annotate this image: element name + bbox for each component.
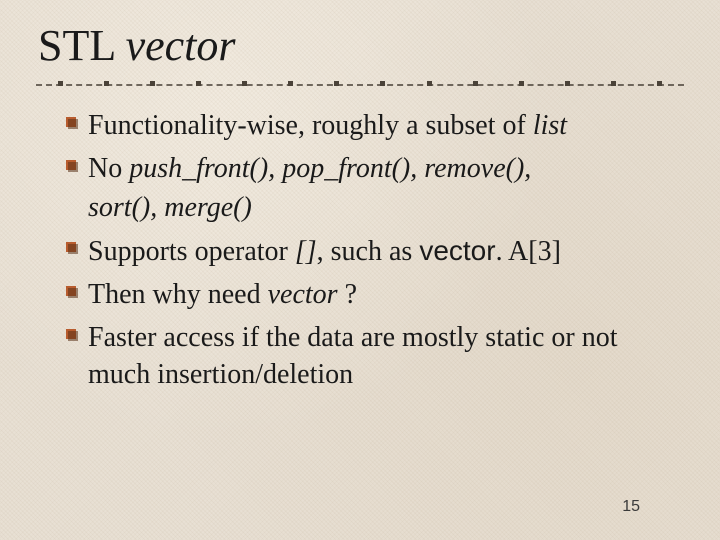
- text-run: Then why need: [88, 279, 268, 310]
- bullet-item: Faster access if the data are mostly sta…: [64, 320, 684, 394]
- bullet-icon: [64, 327, 88, 351]
- text-run: Functionality-wise, roughly a subset of: [88, 110, 533, 141]
- slide-title: STL vector: [38, 22, 684, 70]
- title-italic: vector: [126, 21, 236, 70]
- text-run: . A[3]: [496, 236, 561, 267]
- text-italic: push_front(), pop_front(), remove(),: [129, 153, 531, 184]
- bullet-text: Supports operator [], such as vector. A[…: [88, 233, 684, 271]
- text-run: , such as: [317, 236, 420, 267]
- bullet-item: Supports operator [], such as vector. A[…: [64, 233, 684, 271]
- text-italic: []: [295, 236, 317, 267]
- bullet-icon: [64, 284, 88, 308]
- page-number: 15: [622, 498, 640, 516]
- content-area: Functionality-wise, roughly a subset of …: [36, 108, 684, 394]
- bullet-item: No push_front(), pop_front(), remove(),: [64, 151, 684, 188]
- divider-dots: [36, 81, 684, 86]
- bullet-item: Functionality-wise, roughly a subset of …: [64, 108, 684, 145]
- title-plain: STL: [38, 21, 126, 70]
- text-italic: sort(), merge(): [88, 192, 252, 223]
- title-divider: [36, 82, 684, 88]
- text-run: Faster access if the data are mostly sta…: [88, 322, 617, 390]
- bullet-continuation: sort(), merge(): [64, 190, 684, 227]
- text-italic: vector: [268, 279, 345, 310]
- bullet-text: Functionality-wise, roughly a subset of …: [88, 108, 684, 145]
- bullet-icon: [64, 158, 88, 182]
- bullet-icon: [64, 115, 88, 139]
- text-run: ?: [345, 279, 357, 310]
- text-italic: list: [533, 110, 567, 141]
- bullet-icon: [64, 240, 88, 264]
- slide: STL vector Functionality-wise, roughly a…: [0, 0, 720, 540]
- text-run: Supports operator: [88, 236, 295, 267]
- text-run: No: [88, 153, 129, 184]
- bullet-item: Then why need vector ?: [64, 277, 684, 314]
- bullet-text: Faster access if the data are mostly sta…: [88, 320, 684, 394]
- bullet-text: No push_front(), pop_front(), remove(),: [88, 151, 684, 188]
- bullet-text: Then why need vector ?: [88, 277, 684, 314]
- text-sans: vector: [419, 235, 495, 266]
